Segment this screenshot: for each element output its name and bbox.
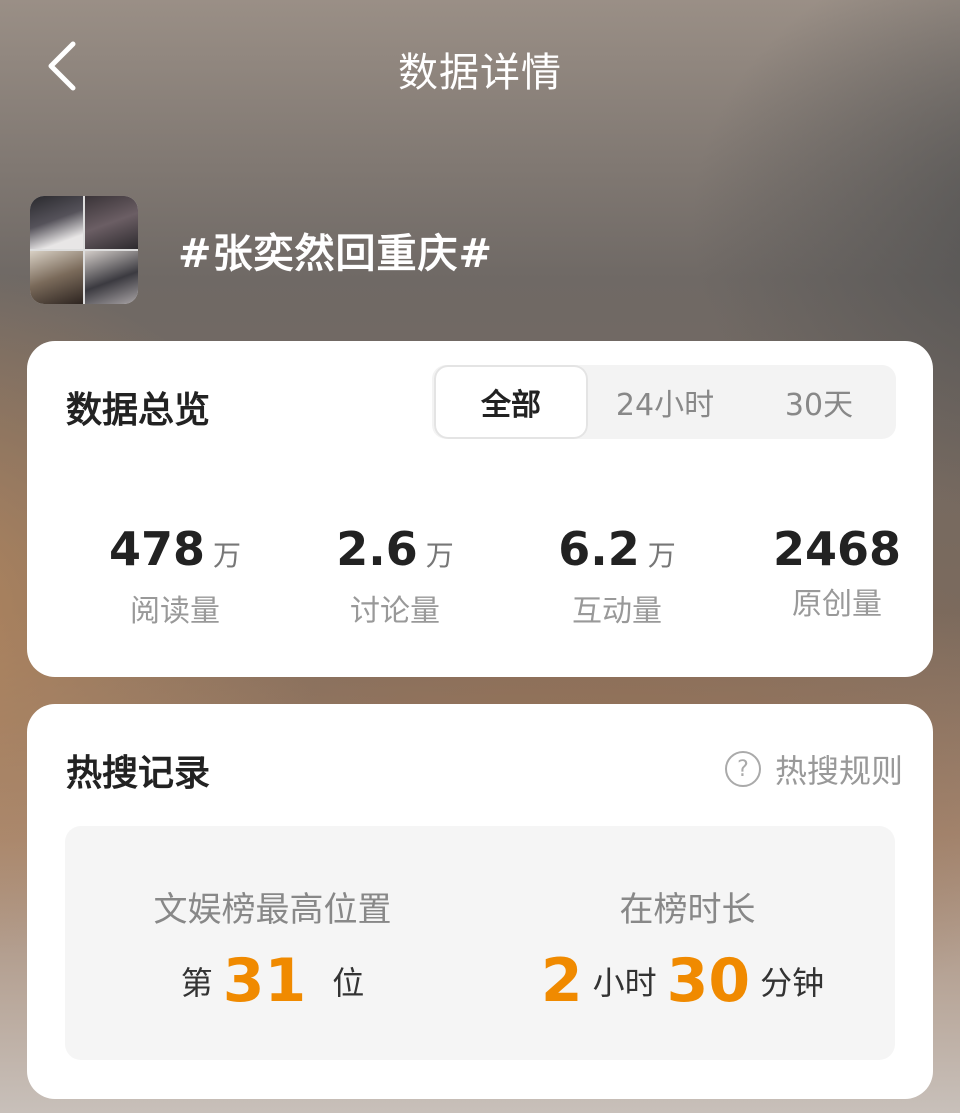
tab-all[interactable]: 全部 [434, 365, 588, 439]
hot-search-card: 热搜记录 ? 热搜规则 文娱榜最高位置 第 31 位 在榜时长 2 小时 30 分钟 [27, 704, 933, 1099]
top-bar: 数据详情 [0, 0, 960, 140]
avatar-tile [30, 251, 83, 304]
tab-24h[interactable]: 24小时 [588, 365, 742, 439]
avatar-tile [85, 196, 138, 249]
tab-30d[interactable]: 30天 [742, 365, 896, 439]
stat-value: 2.6 万 [336, 522, 454, 576]
topic-avatar[interactable] [30, 196, 138, 304]
best-position-label: 文娱榜最高位置 [153, 890, 392, 930]
stats-row: 478 万 阅读量 2.6 万 讨论量 6.2 万 互动量 2468 原创量 [27, 521, 933, 631]
avatar-tile [85, 251, 138, 304]
topic-header: #张奕然回重庆# [30, 196, 493, 304]
duration-label: 在榜时长 [619, 890, 756, 930]
overview-title: 数据总览 [66, 390, 211, 431]
stat-discussions: 2.6 万 讨论量 [285, 521, 505, 630]
page-title: 数据详情 [398, 50, 562, 96]
stat-label: 互动量 [572, 594, 662, 629]
stat-interactions: 6.2 万 互动量 [507, 521, 727, 630]
stat-original: 2468 原创量 [727, 521, 947, 623]
stat-value: 6.2 万 [558, 522, 676, 576]
stat-label: 阅读量 [130, 594, 220, 629]
duration: 在榜时长 2 小时 30 分钟 [480, 826, 895, 1060]
duration-value: 2 小时 30 分钟 [540, 946, 825, 1016]
stat-label: 讨论量 [350, 594, 440, 629]
topic-title[interactable]: #张奕然回重庆# [178, 221, 493, 279]
overview-card: 数据总览 全部 24小时 30天 478 万 阅读量 2.6 万 讨论量 6.2 万 … [27, 341, 933, 677]
question-circle-icon: ? [724, 751, 761, 787]
rules-label: 热搜规则 [774, 752, 903, 790]
stat-label: 原创量 [792, 587, 882, 622]
hot-search-title: 热搜记录 [66, 753, 211, 794]
hot-search-record-box: 文娱榜最高位置 第 31 位 在榜时长 2 小时 30 分钟 [65, 826, 895, 1060]
avatar-tile [30, 196, 83, 249]
time-range-tabs: 全部 24小时 30天 [432, 365, 896, 439]
stat-reads: 478 万 阅读量 [65, 521, 285, 630]
best-position: 文娱榜最高位置 第 31 位 [65, 826, 480, 1060]
stat-value: 478 万 [108, 522, 242, 576]
hot-search-rules-link[interactable]: ? 热搜规则 [724, 746, 903, 792]
stat-value: 2468 [772, 522, 902, 576]
best-position-value: 第 31 位 [180, 946, 365, 1016]
